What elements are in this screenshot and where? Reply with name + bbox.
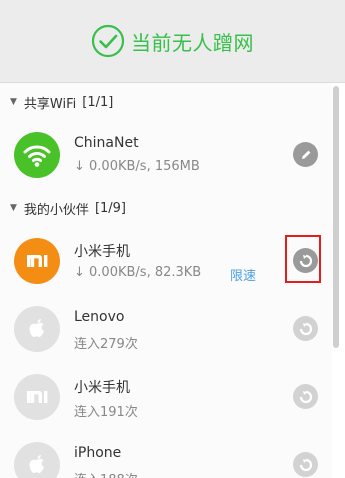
device-list: ▼ 共享WiFi [1/1] ChinaNet ↓ 0.00KB/s, 156M… [0,83,332,478]
highlight-box [285,235,321,283]
status-title: 当前无人蹭网 [131,30,254,55]
device-traffic: ↓ 0.00KB/s, 82.3KB [74,265,202,280]
list-item-xiaomi-1[interactable]: 小米手机 ↓ 0.00KB/s, 82.3KB 限速 [0,227,332,295]
status-header: 当前无人蹭网 [0,0,345,83]
device-name: 小米手机 [74,244,130,260]
rate-limit-link[interactable]: 限速 [230,265,256,284]
apple-logo-icon [14,442,60,478]
group-header-shared-wifi[interactable]: ▼ 共享WiFi [1/1] [0,83,332,121]
device-connection-count: 连入188次 [74,469,138,478]
device-name: 小米手机 [74,380,130,396]
group-header-my-buddies[interactable]: ▼ 我的小伙伴 [1/9] [0,189,332,227]
apple-logo-icon [14,306,60,352]
group-name: 我的小伙伴 [23,202,89,218]
device-name: Lenovo [74,309,125,325]
caret-down-icon: ▼ [10,203,17,213]
wifi-icon [14,132,60,178]
device-connection-count: 连入191次 [74,405,138,420]
disconnect-icon[interactable] [293,452,318,477]
device-name: ChinaNet [74,135,139,151]
device-connection-count: 连入279次 [74,337,138,352]
list-item-iphone[interactable]: iPhone 连入188次 [0,431,332,478]
check-circle-icon [91,24,125,58]
edit-icon[interactable] [293,142,318,167]
mi-logo-icon [14,238,60,284]
list-item-lenovo[interactable]: Lenovo 连入279次 [0,295,332,363]
group-name: 共享WiFi [23,96,77,112]
disconnect-icon[interactable] [293,384,318,409]
mi-logo-icon [14,374,60,420]
device-name: iPhone [74,445,122,461]
group-count: [1/1] [82,94,114,110]
device-traffic: ↓ 0.00KB/s, 156MB [74,159,200,174]
caret-down-icon: ▼ [10,97,17,107]
scrollbar[interactable] [333,86,339,348]
list-item-xiaomi-2[interactable]: 小米手机 连入191次 [0,363,332,431]
list-item-chinanet[interactable]: ChinaNet ↓ 0.00KB/s, 156MB [0,121,332,189]
group-count: [1/9] [94,200,127,216]
disconnect-icon[interactable] [293,316,318,341]
